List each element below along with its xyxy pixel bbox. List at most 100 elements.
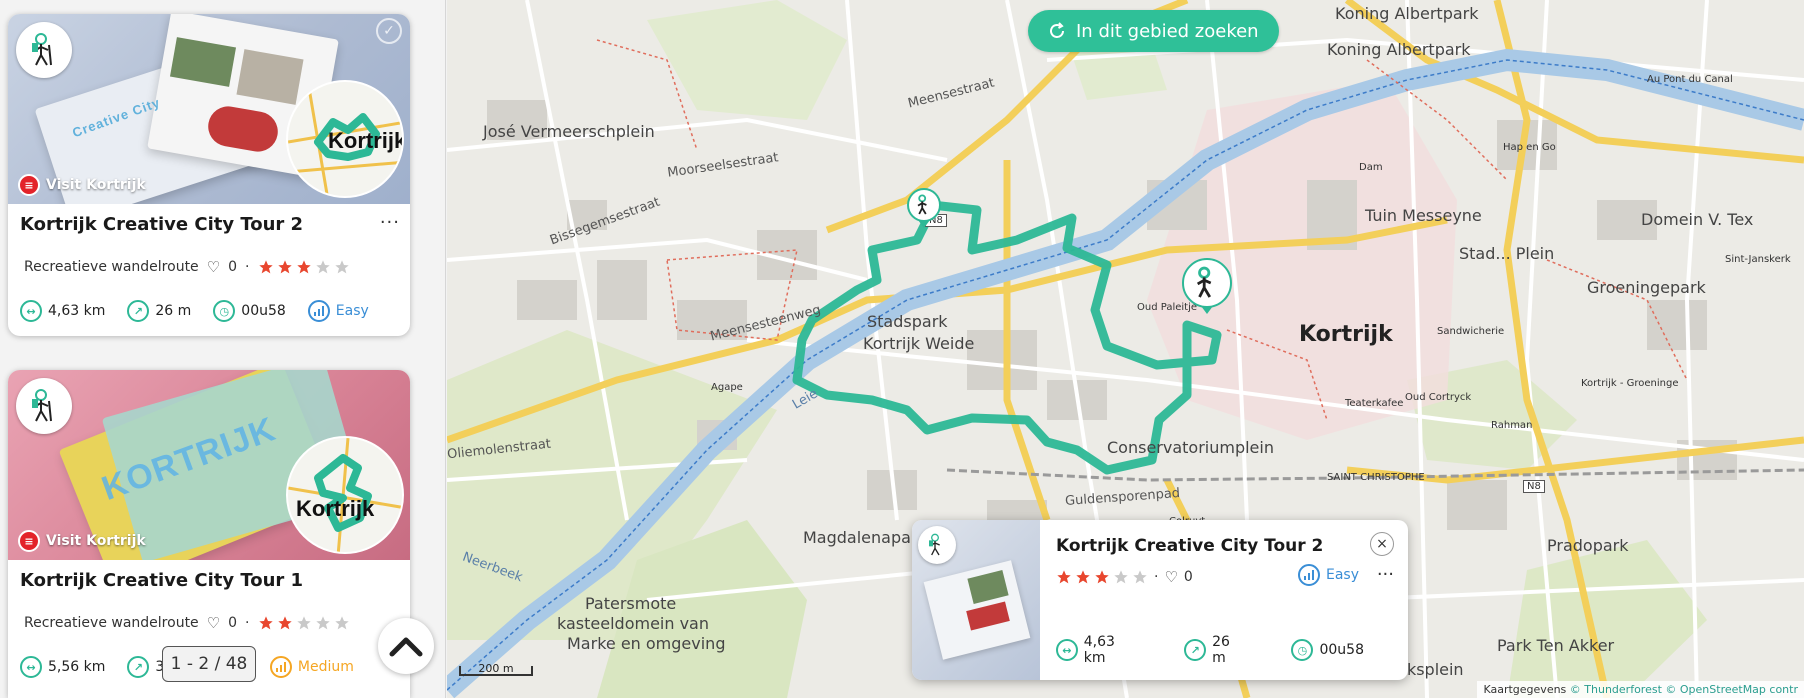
provider-name: Visit Kortrijk	[46, 177, 146, 193]
route-selected-pin[interactable]	[1182, 258, 1232, 314]
stat-elevation: ↗ 26 m	[127, 300, 191, 322]
attribution-prefix: Kaartgegevens	[1483, 683, 1570, 696]
star-empty-icon	[334, 616, 349, 630]
hiker-logo-icon	[918, 526, 956, 564]
map-label: Stad... Plein	[1459, 244, 1555, 263]
hiker-logo-icon	[16, 22, 72, 78]
map-label-city: Kortrijk	[1299, 322, 1393, 347]
map-view[interactable]: Koning Albertpark Koning Albertpark José…	[447, 0, 1804, 698]
heart-icon[interactable]: ♡	[1164, 568, 1177, 586]
map-label: Agape	[711, 382, 743, 393]
difficulty-value: Easy	[1326, 567, 1360, 583]
hiker-icon	[917, 194, 927, 215]
map-label: kasteeldomein van	[557, 614, 709, 633]
map-label: Au Pont du Canal	[1647, 74, 1733, 85]
difficulty-icon	[307, 300, 330, 322]
route-popup[interactable]: Kortrijk Creative City Tour 2 × · ♡ 0 Ea…	[912, 520, 1408, 680]
elevation-value: 26 m	[1212, 634, 1230, 666]
popup-difficulty: Easy	[1298, 564, 1359, 586]
map-label: Sandwicherie	[1437, 326, 1505, 337]
popup-thumbnail[interactable]	[912, 520, 1040, 680]
close-icon[interactable]: ×	[1370, 532, 1394, 556]
popup-stats: ↔ 4,63 km ↗ 26 m ◷ 00u58	[1056, 634, 1408, 666]
scroll-to-top-button[interactable]	[378, 618, 434, 674]
map-label: Stadspark	[867, 312, 948, 331]
search-this-area-label: In dit gebied zoeken	[1076, 20, 1259, 42]
star-empty-icon	[315, 616, 330, 630]
refresh-icon	[1050, 22, 1064, 38]
like-count: 0	[228, 259, 238, 275]
map-label: Park Ten Akker	[1497, 636, 1615, 655]
stat-distance: ↔ 4,63 km	[1056, 634, 1140, 666]
map-label: Kortrijk Weide	[863, 334, 975, 353]
stat-distance: ↔ 4,63 km	[20, 300, 105, 322]
elevation-icon: ↗	[1184, 639, 1207, 661]
stat-difficulty: Medium	[269, 656, 354, 678]
star-empty-icon	[296, 616, 311, 630]
map-label: Marke en omgeving	[567, 634, 726, 653]
visit-kortrijk-icon: ≡	[18, 174, 40, 196]
like-count: 0	[228, 615, 238, 631]
more-options-icon[interactable]: ···	[380, 212, 400, 233]
elevation-icon: ↗	[127, 300, 150, 322]
hiker-logo-icon	[16, 378, 72, 434]
map-attribution: Kaartgegevens © Thunderforest © OpenStre…	[1477, 681, 1804, 698]
select-check-icon[interactable]: ✓	[376, 18, 402, 44]
star-empty-icon	[315, 260, 330, 274]
map-label: Oud Paleitje	[1137, 302, 1198, 313]
map-label: Teaterkafee	[1345, 398, 1404, 409]
popup-meta: · ♡ 0	[1056, 568, 1193, 586]
provider: ≡ Visit Kortrijk	[18, 530, 146, 552]
star-filled-icon	[1076, 570, 1090, 584]
separator-dot: ·	[245, 615, 250, 631]
map-label: Sint-Janskerk	[1725, 254, 1791, 265]
map-label: Rahman	[1491, 420, 1533, 431]
duration-value: 00u58	[1319, 642, 1364, 658]
separator-dot: ·	[245, 259, 250, 275]
popup-title[interactable]: Kortrijk Creative City Tour 2	[1056, 536, 1323, 556]
more-options-icon[interactable]: ···	[1377, 564, 1394, 585]
map-scale-bar: 200 m	[459, 663, 533, 676]
star-empty-icon	[334, 260, 349, 274]
map-label: SAINT CHRISTOPHE	[1327, 472, 1425, 483]
map-label: Tuin Messeyne	[1365, 206, 1482, 225]
results-sidebar[interactable]: Creative City Kortrijk ✓ ≡ Visit Kortrij…	[0, 0, 446, 698]
hiker-icon	[1196, 266, 1212, 298]
route-card-cover[interactable]: Creative City Kortrijk ✓ ≡ Visit Kortrij…	[8, 14, 410, 204]
search-this-area-button[interactable]: In dit gebied zoeken	[1028, 10, 1279, 52]
distance-value: 5,56 km	[48, 659, 106, 675]
route-title[interactable]: Kortrijk Creative City Tour 1	[20, 570, 303, 591]
distance-icon: ↔	[20, 656, 42, 678]
map-label: José Vermeerschplein	[483, 122, 655, 141]
star-filled-icon	[258, 260, 273, 274]
route-meta: Recreatieve wandelroute ♡ 0 ·	[24, 258, 350, 276]
distance-icon: ↔	[1056, 639, 1078, 661]
clock-icon: ◷	[213, 300, 236, 322]
star-filled-icon	[1095, 570, 1109, 584]
star-filled-icon	[258, 616, 273, 630]
heart-icon[interactable]: ♡	[207, 614, 220, 632]
stat-difficulty: Easy	[307, 300, 369, 322]
distance-value: 4,63 km	[48, 303, 106, 319]
like-count: 0	[1183, 569, 1193, 585]
visit-kortrijk-icon: ≡	[18, 530, 40, 552]
route-type: Recreatieve wandelroute	[24, 259, 199, 275]
stat-duration: ◷ 00u58	[213, 300, 286, 322]
attribution-links[interactable]: © Thunderforest © OpenStreetMap contr	[1570, 683, 1798, 696]
map-label: Patersmote	[585, 594, 677, 613]
map-label: Koning Albertpark	[1327, 40, 1471, 59]
route-start-pin[interactable]	[907, 188, 941, 228]
map-label: Pradopark	[1547, 536, 1629, 555]
rating-stars	[1056, 569, 1148, 585]
heart-icon[interactable]: ♡	[207, 258, 220, 276]
route-title[interactable]: Kortrijk Creative City Tour 2	[20, 214, 303, 235]
route-card-cover[interactable]: KORTRIJK Kortrijk ≡ Visit Kortrijk	[8, 370, 410, 560]
map-label: Hap en Go	[1503, 142, 1556, 153]
difficulty-icon	[1298, 564, 1320, 586]
rating-stars	[258, 615, 350, 631]
star-filled-icon	[296, 260, 311, 274]
difficulty-value: Easy	[335, 303, 369, 319]
route-type: Recreatieve wandelroute	[24, 615, 199, 631]
route-card[interactable]: Creative City Kortrijk ✓ ≡ Visit Kortrij…	[8, 14, 410, 336]
map-label: Oud Cortryck	[1405, 392, 1472, 403]
